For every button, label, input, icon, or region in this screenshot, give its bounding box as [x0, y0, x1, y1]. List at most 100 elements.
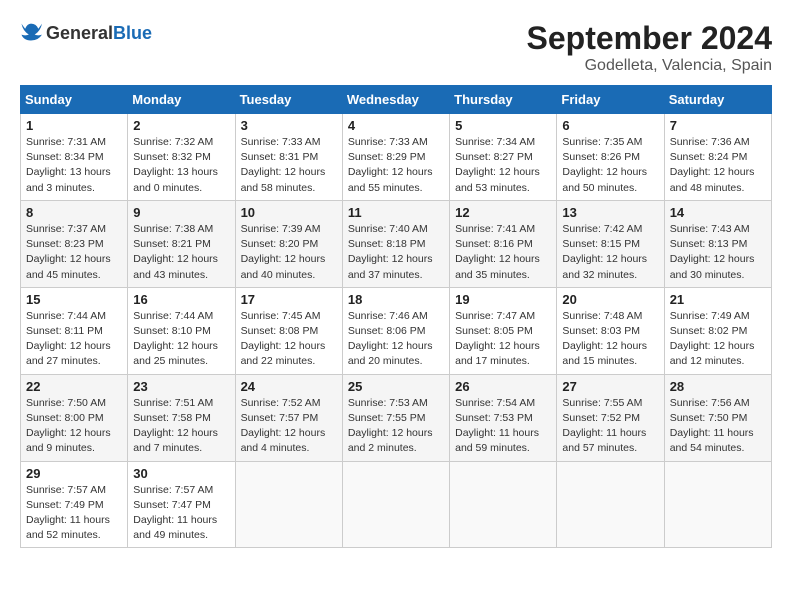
day-info: Sunrise: 7:38 AMSunset: 8:21 PMDaylight:…: [133, 223, 218, 281]
calendar-cell: 4 Sunrise: 7:33 AMSunset: 8:29 PMDaylight…: [342, 114, 449, 201]
page-header: GeneralBlue September 2024 Godelleta, Va…: [20, 20, 772, 75]
day-number: 20: [562, 292, 658, 307]
day-number: 18: [348, 292, 444, 307]
calendar-cell: 5 Sunrise: 7:34 AMSunset: 8:27 PMDaylight…: [450, 114, 557, 201]
day-info: Sunrise: 7:54 AMSunset: 7:53 PMDaylight:…: [455, 397, 539, 455]
day-header-sunday: Sunday: [21, 86, 128, 114]
calendar-cell: 1Sunrise: 7:31 AMSunset: 8:34 PMDaylight…: [21, 114, 128, 201]
logo: GeneralBlue: [20, 20, 152, 47]
day-info: Sunrise: 7:48 AMSunset: 8:03 PMDaylight:…: [562, 310, 647, 368]
calendar-cell: 23Sunrise: 7:51 AMSunset: 7:58 PMDayligh…: [128, 374, 235, 461]
day-info: Sunrise: 7:53 AMSunset: 7:55 PMDaylight:…: [348, 397, 433, 455]
calendar-cell: 10 Sunrise: 7:39 AMSunset: 8:20 PMDayligh…: [235, 200, 342, 287]
day-info: Sunrise: 7:35 AMSunset: 8:26 PMDaylight:…: [562, 136, 647, 194]
day-info: Sunrise: 7:52 AMSunset: 7:57 PMDaylight:…: [241, 397, 326, 455]
calendar-cell: 3 Sunrise: 7:33 AMSunset: 8:31 PMDaylight…: [235, 114, 342, 201]
day-number: 9: [133, 205, 229, 220]
day-number: 26: [455, 379, 551, 394]
logo-general-text: GeneralBlue: [46, 24, 152, 44]
calendar-cell: 12 Sunrise: 7:41 AMSunset: 8:16 PMDayligh…: [450, 200, 557, 287]
day-header-wednesday: Wednesday: [342, 86, 449, 114]
day-number: 7: [670, 118, 766, 133]
calendar-cell: 21Sunrise: 7:49 AMSunset: 8:02 PMDayligh…: [664, 287, 771, 374]
day-number: 25: [348, 379, 444, 394]
calendar-table: SundayMondayTuesdayWednesdayThursdayFrid…: [20, 85, 772, 548]
day-number: 3: [241, 118, 337, 133]
calendar-cell: 16Sunrise: 7:44 AMSunset: 8:10 PMDayligh…: [128, 287, 235, 374]
day-info: Sunrise: 7:41 AMSunset: 8:16 PMDaylight:…: [455, 223, 540, 281]
calendar-cell: 22 Sunrise: 7:50 AMSunset: 8:00 PMDayligh…: [21, 374, 128, 461]
day-number: 15: [26, 292, 122, 307]
day-number: 16: [133, 292, 229, 307]
calendar-body: 1Sunrise: 7:31 AMSunset: 8:34 PMDaylight…: [21, 114, 772, 548]
day-number: 30: [133, 466, 229, 481]
calendar-header: SundayMondayTuesdayWednesdayThursdayFrid…: [21, 86, 772, 114]
calendar-cell: 18 Sunrise: 7:46 AMSunset: 8:06 PMDayligh…: [342, 287, 449, 374]
day-info: Sunrise: 7:49 AMSunset: 8:02 PMDaylight:…: [670, 310, 755, 368]
calendar-cell: 19 Sunrise: 7:47 AMSunset: 8:05 PMDayligh…: [450, 287, 557, 374]
day-header-tuesday: Tuesday: [235, 86, 342, 114]
day-info: Sunrise: 7:33 AMSunset: 8:31 PMDaylight:…: [241, 136, 326, 194]
calendar-cell: [342, 461, 449, 548]
day-header-thursday: Thursday: [450, 86, 557, 114]
calendar-week-5: 29 Sunrise: 7:57 AMSunset: 7:49 PMDayligh…: [21, 461, 772, 548]
day-info: Sunrise: 7:46 AMSunset: 8:06 PMDaylight:…: [348, 310, 433, 368]
day-number: 14: [670, 205, 766, 220]
day-number: 27: [562, 379, 658, 394]
calendar-cell: 20 Sunrise: 7:48 AMSunset: 8:03 PMDayligh…: [557, 287, 664, 374]
day-number: 29: [26, 466, 122, 481]
day-number: 12: [455, 205, 551, 220]
day-number: 22: [26, 379, 122, 394]
calendar-cell: [557, 461, 664, 548]
day-header-monday: Monday: [128, 86, 235, 114]
day-header-saturday: Saturday: [664, 86, 771, 114]
location-title: Godelleta, Valencia, Spain: [527, 57, 772, 75]
calendar-cell: 6 Sunrise: 7:35 AMSunset: 8:26 PMDaylight…: [557, 114, 664, 201]
day-number: 8: [26, 205, 122, 220]
day-number: 17: [241, 292, 337, 307]
logo-icon: [20, 20, 42, 42]
day-number: 1: [26, 118, 122, 133]
day-number: 6: [562, 118, 658, 133]
day-number: 19: [455, 292, 551, 307]
day-info: Sunrise: 7:36 AMSunset: 8:24 PMDaylight:…: [670, 136, 755, 194]
day-info: Sunrise: 7:57 AMSunset: 7:49 PMDaylight:…: [26, 484, 110, 542]
day-info: Sunrise: 7:44 AMSunset: 8:11 PMDaylight:…: [26, 310, 111, 368]
day-number: 2: [133, 118, 229, 133]
day-info: Sunrise: 7:43 AMSunset: 8:13 PMDaylight:…: [670, 223, 755, 281]
day-info: Sunrise: 7:33 AMSunset: 8:29 PMDaylight:…: [348, 136, 433, 194]
calendar-cell: 15 Sunrise: 7:44 AMSunset: 8:11 PMDayligh…: [21, 287, 128, 374]
calendar-week-4: 22 Sunrise: 7:50 AMSunset: 8:00 PMDayligh…: [21, 374, 772, 461]
day-info: Sunrise: 7:42 AMSunset: 8:15 PMDaylight:…: [562, 223, 647, 281]
day-info: Sunrise: 7:55 AMSunset: 7:52 PMDaylight:…: [562, 397, 646, 455]
calendar-cell: [235, 461, 342, 548]
calendar-cell: 27 Sunrise: 7:55 AMSunset: 7:52 PMDayligh…: [557, 374, 664, 461]
calendar-cell: 25 Sunrise: 7:53 AMSunset: 7:55 PMDayligh…: [342, 374, 449, 461]
day-info: Sunrise: 7:39 AMSunset: 8:20 PMDaylight:…: [241, 223, 326, 281]
day-info: Sunrise: 7:47 AMSunset: 8:05 PMDaylight:…: [455, 310, 540, 368]
calendar-cell: 26 Sunrise: 7:54 AMSunset: 7:53 PMDayligh…: [450, 374, 557, 461]
day-header-friday: Friday: [557, 86, 664, 114]
month-title: September 2024: [527, 20, 772, 57]
day-info: Sunrise: 7:45 AMSunset: 8:08 PMDaylight:…: [241, 310, 326, 368]
title-area: September 2024 Godelleta, Valencia, Spai…: [527, 20, 772, 75]
calendar-cell: 14 Sunrise: 7:43 AMSunset: 8:13 PMDayligh…: [664, 200, 771, 287]
calendar-cell: 24 Sunrise: 7:52 AMSunset: 7:57 PMDayligh…: [235, 374, 342, 461]
day-number: 5: [455, 118, 551, 133]
calendar-cell: 28 Sunrise: 7:56 AMSunset: 7:50 PMDayligh…: [664, 374, 771, 461]
day-number: 23: [133, 379, 229, 394]
day-info: Sunrise: 7:34 AMSunset: 8:27 PMDaylight:…: [455, 136, 540, 194]
calendar-week-2: 8 Sunrise: 7:37 AMSunset: 8:23 PMDaylight…: [21, 200, 772, 287]
day-number: 10: [241, 205, 337, 220]
day-info: Sunrise: 7:56 AMSunset: 7:50 PMDaylight:…: [670, 397, 754, 455]
day-number: 24: [241, 379, 337, 394]
day-info: Sunrise: 7:37 AMSunset: 8:23 PMDaylight:…: [26, 223, 111, 281]
calendar-cell: 7 Sunrise: 7:36 AMSunset: 8:24 PMDaylight…: [664, 114, 771, 201]
day-number: 4: [348, 118, 444, 133]
calendar-cell: 29 Sunrise: 7:57 AMSunset: 7:49 PMDayligh…: [21, 461, 128, 548]
calendar-week-3: 15 Sunrise: 7:44 AMSunset: 8:11 PMDayligh…: [21, 287, 772, 374]
day-info: Sunrise: 7:50 AMSunset: 8:00 PMDaylight:…: [26, 397, 111, 455]
calendar-cell: 30Sunrise: 7:57 AMSunset: 7:47 PMDayligh…: [128, 461, 235, 548]
calendar-cell: 11Sunrise: 7:40 AMSunset: 8:18 PMDayligh…: [342, 200, 449, 287]
day-number: 28: [670, 379, 766, 394]
